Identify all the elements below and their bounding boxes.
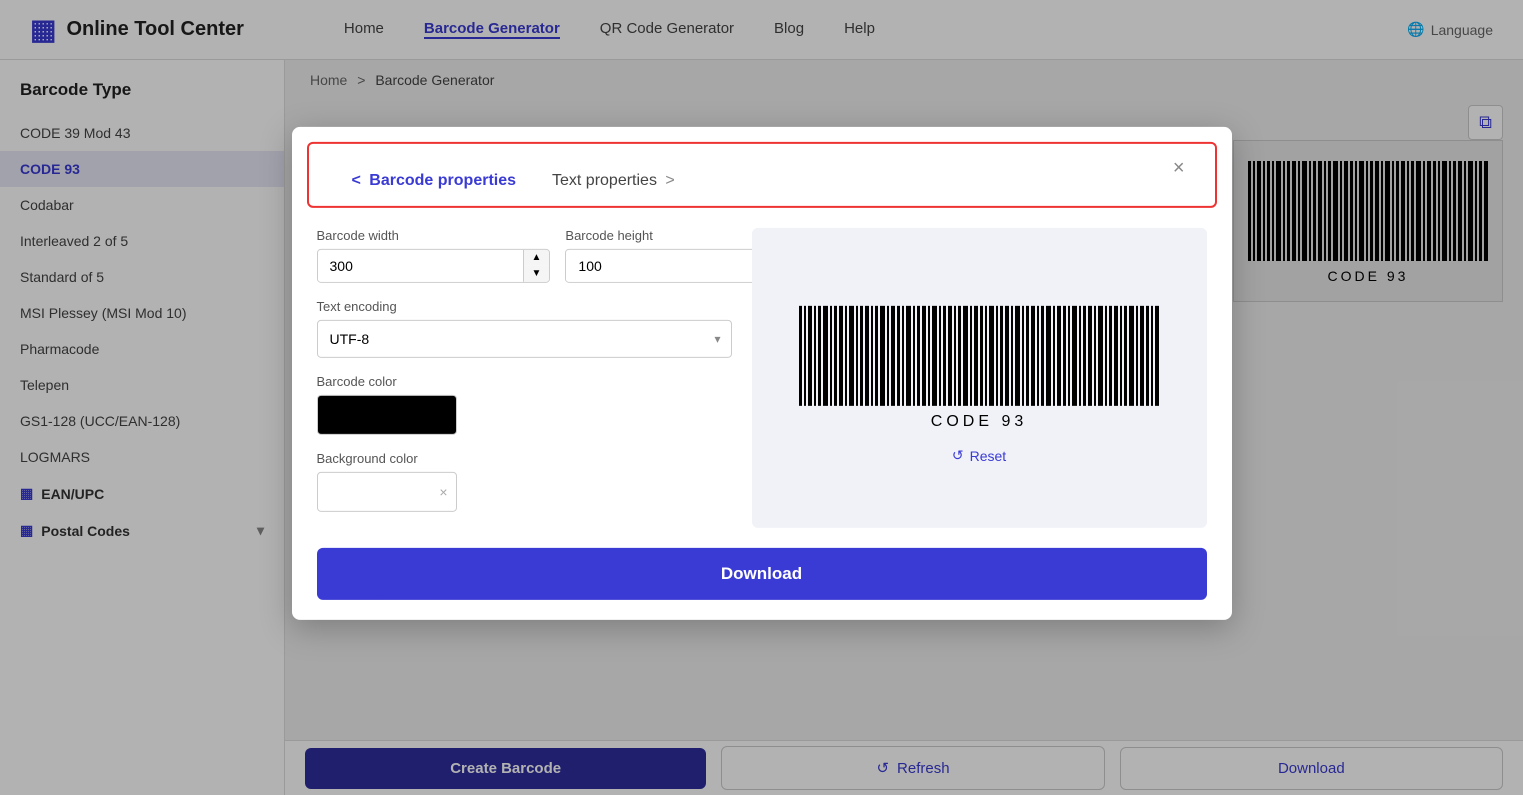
reset-button[interactable]: ↺ Reset (952, 447, 1006, 464)
barcode-preview-area: CODE 93 ↺ Reset (752, 227, 1207, 527)
background-color-label: Background color (317, 450, 732, 465)
reset-icon: ↺ (952, 447, 964, 464)
width-spin-buttons: ▲ ▼ (523, 249, 550, 281)
modal-tabs: < Barcode properties Text properties > × (307, 141, 1217, 207)
tab-barcode-properties-label: Barcode properties (369, 171, 516, 188)
text-encoding-select[interactable]: UTF-8 ASCII ISO-8859-1 (318, 320, 731, 356)
barcode-properties-modal: < Barcode properties Text properties > ×… (292, 126, 1232, 619)
download-modal-button[interactable]: Download (317, 547, 1207, 599)
tab-barcode-properties[interactable]: < Barcode properties (334, 161, 535, 205)
clear-background-icon[interactable]: × (439, 483, 447, 499)
text-encoding-row: Text encoding UTF-8 ASCII ISO-8859-1 ▾ (317, 298, 732, 357)
width-increment-button[interactable]: ▲ (524, 249, 550, 265)
barcode-color-swatch[interactable] (317, 394, 457, 434)
barcode-color-row: Barcode color (317, 373, 732, 434)
barcode-color-label: Barcode color (317, 373, 732, 388)
modal-close-button[interactable]: × (1168, 156, 1190, 179)
barcode-width-spinner: ▲ ▼ (317, 248, 551, 282)
barcode-width-input[interactable] (318, 249, 523, 281)
width-decrement-button[interactable]: ▼ (524, 265, 550, 281)
barcode-height-input[interactable] (566, 249, 771, 281)
barcode-preview-svg: CODE 93 (789, 301, 1169, 431)
tab-text-properties-label: Text properties (552, 171, 657, 188)
text-encoding-select-wrap: UTF-8 ASCII ISO-8859-1 ▾ (317, 319, 732, 357)
right-arrow-icon: > (665, 171, 674, 188)
modal-body: Barcode width ▲ ▼ Barcode height (292, 207, 1232, 547)
svg-text:CODE 93: CODE 93 (931, 413, 1027, 430)
background-color-row: Background color × (317, 450, 732, 511)
left-arrow-icon: < (352, 171, 361, 188)
dimensions-row: Barcode width ▲ ▼ Barcode height (317, 227, 732, 282)
barcode-width-label: Barcode width (317, 227, 551, 242)
reset-label: Reset (970, 447, 1007, 463)
form-section: Barcode width ▲ ▼ Barcode height (317, 227, 732, 527)
tab-text-properties[interactable]: Text properties > (534, 161, 693, 205)
text-encoding-label: Text encoding (317, 298, 732, 313)
background-color-swatch[interactable]: × (317, 471, 457, 511)
barcode-width-group: Barcode width ▲ ▼ (317, 227, 551, 282)
